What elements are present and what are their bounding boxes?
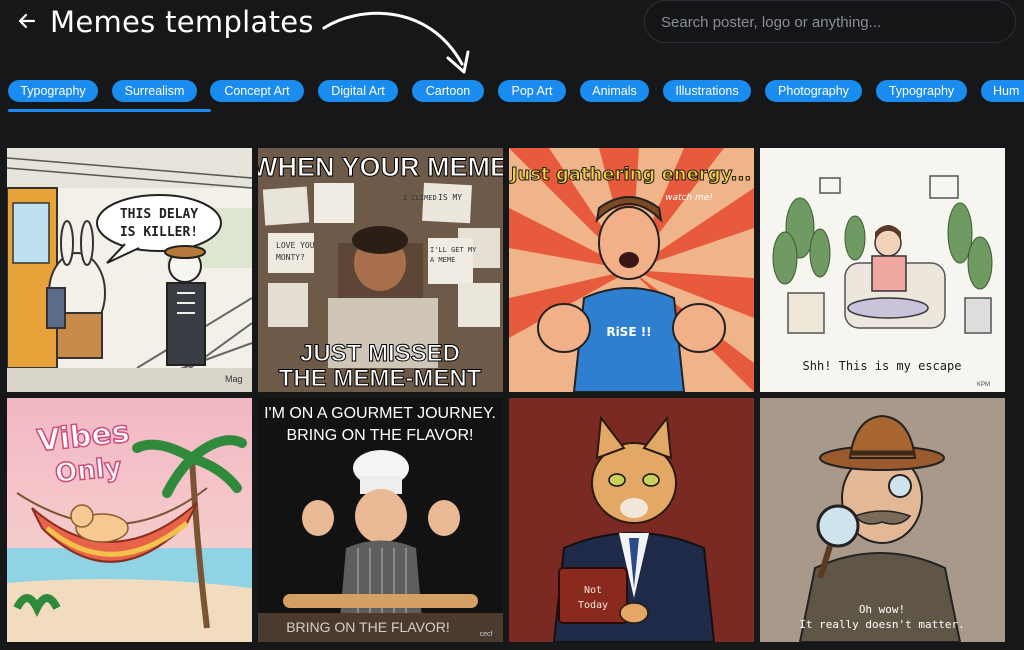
template-card-cat[interactable]: Not Today <box>509 398 754 642</box>
meme-bottom-text-1: JUST MISSED <box>300 340 460 367</box>
artist-signature: Mag <box>225 374 243 384</box>
energy-illustration: Just gathering energy... watch me! RiSE … <box>509 148 754 392</box>
template-card-gourmet[interactable]: I'M ON A GOURMET JOURNEY. BRING ON THE F… <box>258 398 503 642</box>
header: Memes templates <box>0 0 1024 74</box>
gourmet-bottom: BRING ON THE FLAVOR! <box>286 619 450 635</box>
shirt-text: RiSE !! <box>606 325 651 339</box>
detective-caption-2: It really doesn't matter. <box>799 618 965 631</box>
chip-surrealism[interactable]: Surrealism <box>112 80 197 102</box>
meme-bottom-text-2: THE MEME-MENT <box>279 365 482 392</box>
gourmet-top-1: I'M ON A GOURMET JOURNEY. <box>264 405 496 422</box>
artist-signature: KPM <box>977 382 990 388</box>
escape-illustration: Shh! This is my escape KPM <box>760 148 1005 392</box>
cat-illustration: Not Today <box>509 398 754 642</box>
meme-photo: IS MY LOVE YOU MONTY? I CLIMED I'LL GET … <box>258 148 503 392</box>
note-2: LOVE YOU <box>276 241 315 250</box>
template-card-delay[interactable]: THIS DELAY IS KILLER! Mag <box>7 148 252 392</box>
chip-photography[interactable]: Photography <box>765 80 862 102</box>
category-tabs: Typography Surrealism Concept Art Digita… <box>0 80 1024 114</box>
active-tab-indicator <box>8 109 211 112</box>
chip-illustrations[interactable]: Illustrations <box>663 80 751 102</box>
chip-typography-2[interactable]: Typography <box>876 80 967 102</box>
template-card-vibes[interactable]: Vibes Only <box>7 398 252 642</box>
chip-pop-art[interactable]: Pop Art <box>498 80 566 102</box>
template-card-detective[interactable]: Oh wow! It really doesn't matter. <box>760 398 1005 642</box>
artist-signature: cecf <box>480 631 493 638</box>
detective-illustration: Oh wow! It really doesn't matter. <box>760 398 1005 642</box>
chip-humor[interactable]: Hum <box>981 80 1024 102</box>
chip-animals[interactable]: Animals <box>580 80 649 102</box>
gourmet-photo: I'M ON A GOURMET JOURNEY. BRING ON THE F… <box>258 398 503 642</box>
template-grid: THIS DELAY IS KILLER! Mag IS MY LOVE YOU… <box>0 146 1024 650</box>
chip-typography[interactable]: Typography <box>8 80 98 102</box>
back-arrow-icon[interactable] <box>12 6 42 36</box>
note-6: A MEME <box>430 256 455 264</box>
template-card-escape[interactable]: Shh! This is my escape KPM <box>760 148 1005 392</box>
page-title: Memes templates <box>50 5 314 39</box>
note-5: I'LL GET MY <box>430 246 477 254</box>
search-bar[interactable] <box>644 0 1016 44</box>
sign-text-2: Today <box>578 600 608 611</box>
chip-cartoon[interactable]: Cartoon <box>412 80 484 102</box>
bubble-text-1: THIS DELAY <box>120 207 198 222</box>
delay-illustration: THIS DELAY IS KILLER! Mag <box>7 148 252 392</box>
meme-top-text: WHEN YOUR MEME <box>258 152 503 182</box>
chip-concept-art[interactable]: Concept Art <box>210 80 304 102</box>
template-card-meme[interactable]: IS MY LOVE YOU MONTY? I CLIMED I'LL GET … <box>258 148 503 392</box>
curved-arrow-icon <box>318 2 478 82</box>
note-3: MONTY? <box>276 253 305 262</box>
energy-aside: watch me! <box>665 193 713 203</box>
search-input[interactable] <box>659 1 1003 44</box>
gourmet-top-2: BRING ON THE FLAVOR! <box>287 427 474 444</box>
chip-digital-art[interactable]: Digital Art <box>318 80 398 102</box>
detective-caption-1: Oh wow! <box>859 603 905 616</box>
energy-caption: Just gathering energy... <box>509 164 751 185</box>
vibes-illustration: Vibes Only <box>7 398 252 642</box>
escape-caption: Shh! This is my escape <box>803 359 962 373</box>
template-card-energy[interactable]: Just gathering energy... watch me! RiSE … <box>509 148 754 392</box>
note-4: I CLIMED <box>403 194 437 202</box>
note-1: IS MY <box>438 193 462 202</box>
sign-text-1: Not <box>584 585 602 596</box>
bubble-text-2: IS KILLER! <box>120 225 198 240</box>
